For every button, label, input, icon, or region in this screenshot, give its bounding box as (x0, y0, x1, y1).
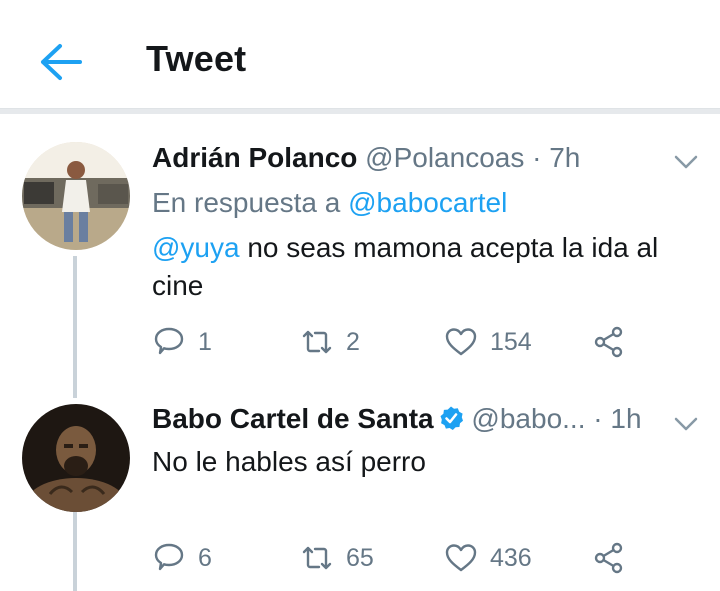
reply-context: En respuesta a @babocartel (152, 187, 507, 219)
chevron-down-icon (674, 155, 698, 169)
author-name[interactable]: Adrián Polanco (152, 142, 357, 173)
share-button[interactable] (592, 538, 626, 578)
timestamp[interactable]: 7h (549, 142, 580, 173)
verified-badge-icon (440, 406, 463, 430)
retweet-count: 65 (346, 543, 374, 572)
like-button[interactable]: 436 (444, 538, 532, 578)
share-icon (594, 542, 623, 574)
tweet-actions: 6 65 436 (152, 538, 652, 578)
tweet-text-line2: cine (152, 270, 204, 301)
retweet-count: 2 (346, 327, 360, 356)
retweet-button[interactable]: 65 (300, 538, 374, 578)
arrow-left-icon (41, 44, 82, 80)
reply-count: 6 (198, 543, 212, 572)
like-count: 436 (490, 543, 532, 572)
more-button[interactable] (672, 414, 700, 434)
author-name[interactable]: Babo Cartel de Santa (152, 403, 434, 434)
tweet-actions: 1 2 154 (152, 322, 652, 362)
heart-icon (445, 328, 477, 356)
more-button[interactable] (672, 152, 700, 172)
avatar[interactable] (22, 142, 130, 250)
tweet-header: Babo Cartel de Santa @babo... · 1h (152, 403, 642, 435)
back-button[interactable] (36, 40, 84, 84)
tweet-header: Adrián Polanco @Polancoas · 7h (152, 142, 580, 174)
header-divider (0, 108, 720, 114)
author-handle[interactable]: @babo... (471, 403, 585, 434)
user-photo-icon (22, 142, 130, 250)
chevron-down-icon (674, 417, 698, 431)
retweet-icon (302, 546, 332, 570)
separator: · (593, 403, 603, 434)
like-count: 154 (490, 327, 532, 356)
mention-link[interactable]: @yuya (152, 232, 240, 263)
retweet-icon (302, 330, 332, 354)
thread-line (73, 256, 77, 398)
tweet-text: @yuya no seas mamona acepta la ida al (152, 232, 658, 264)
comment-icon (154, 327, 184, 355)
reply-button[interactable]: 6 (152, 538, 212, 578)
share-icon (594, 326, 623, 358)
like-button[interactable]: 154 (444, 322, 532, 362)
tweet-text-line1: no seas mamona acepta la ida al (239, 232, 659, 263)
retweet-button[interactable]: 2 (300, 322, 360, 362)
share-button[interactable] (592, 322, 626, 362)
page-title: Tweet (146, 38, 247, 79)
tweet-text: No le hables así perro (152, 446, 426, 477)
author-handle[interactable]: @Polancoas (365, 142, 524, 173)
comment-icon (154, 543, 184, 571)
avatar[interactable] (22, 404, 130, 512)
reply-prefix: En respuesta a (152, 187, 341, 218)
separator: · (532, 142, 542, 173)
reply-button[interactable]: 1 (152, 322, 212, 362)
app-header: Tweet (0, 0, 720, 112)
reply-to-link[interactable]: @babocartel (348, 187, 507, 218)
thread-line (73, 512, 77, 591)
reply-count: 1 (198, 327, 212, 356)
heart-icon (445, 544, 477, 572)
timestamp[interactable]: 1h (610, 403, 641, 434)
user-photo-icon (22, 404, 130, 512)
